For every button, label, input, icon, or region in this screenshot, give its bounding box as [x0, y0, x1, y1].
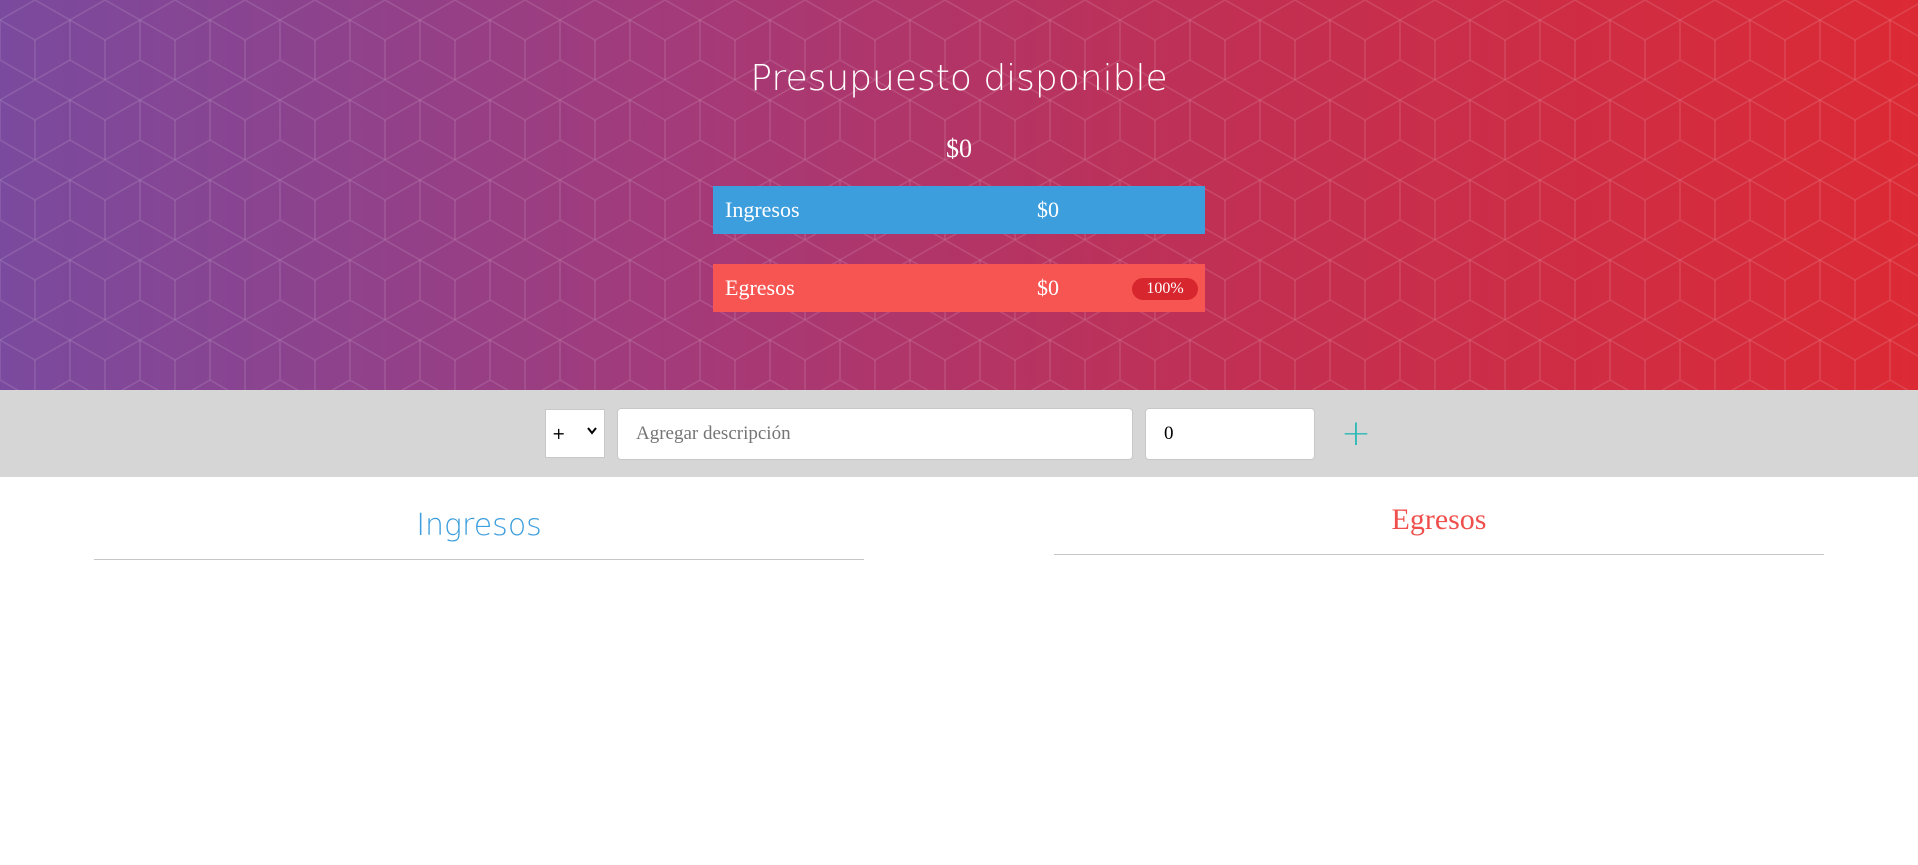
description-input[interactable] — [617, 408, 1133, 460]
add-entry-bar: + + — [0, 390, 1918, 477]
add-button[interactable]: + — [1338, 409, 1374, 459]
expense-summary-value: $0 — [1037, 275, 1059, 300]
budget-total: $0 — [946, 134, 972, 163]
expense-percentage-badge: 100% — [1132, 278, 1198, 300]
expense-list-divider — [1054, 554, 1824, 555]
type-select-value: + — [552, 424, 566, 443]
expense-summary-label: Egresos — [725, 275, 795, 300]
budget-title: Presupuesto disponible — [750, 58, 1168, 99]
expense-summary: Egresos $0 100% — [713, 264, 1205, 312]
value-input[interactable] — [1145, 408, 1315, 460]
income-list-title: Ingresos — [416, 508, 542, 543]
income-summary-value: $0 — [1037, 197, 1059, 222]
expense-list-title: Egresos — [1391, 503, 1487, 536]
chevron-down-icon — [587, 427, 597, 435]
budget-header: Presupuesto disponible $0 Ingresos $0 Eg… — [0, 0, 1918, 390]
plus-icon: + — [1340, 413, 1372, 454]
type-select[interactable]: + — [545, 409, 605, 458]
income-list-divider — [94, 559, 864, 560]
income-summary-label: Ingresos — [725, 197, 800, 222]
income-summary: Ingresos $0 — [713, 186, 1205, 234]
